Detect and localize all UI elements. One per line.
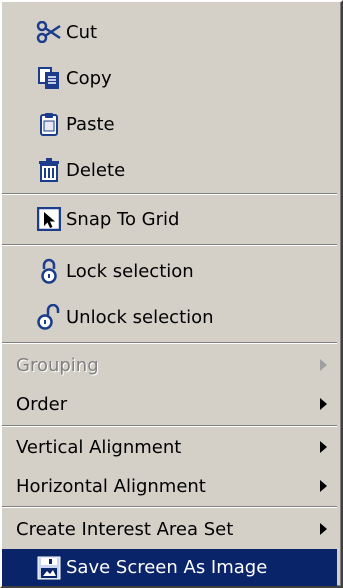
menu-item-snap-to-grid[interactable]: Snap To Grid [2, 197, 337, 241]
menu-item-horizontal-alignment[interactable]: Horizontal Alignment [2, 466, 337, 506]
menu-item-vertical-alignment[interactable]: Vertical Alignment [2, 428, 337, 466]
menu-item-create-interest-area-set[interactable]: Create Interest Area Set [2, 509, 337, 549]
menu-item-delete[interactable]: Delete [2, 148, 337, 192]
menu-item-label: Create Interest Area Set [16, 518, 234, 540]
menu-item-label: Grouping [16, 354, 99, 376]
menu-item-label: Delete [66, 159, 126, 181]
scissors-icon [36, 19, 62, 45]
context-menu: Cut Copy Paste Delete Snap To Grid Lock … [0, 0, 343, 588]
menu-item-label: Cut [66, 21, 98, 43]
submenu-arrow-icon [320, 359, 327, 371]
menu-item-label: Order [16, 393, 68, 415]
menu-item-cut[interactable]: Cut [2, 10, 337, 54]
submenu-arrow-icon [320, 480, 327, 492]
copy-icon [36, 65, 62, 91]
menu-separator [2, 342, 337, 344]
menu-separator [2, 244, 337, 246]
snap-grid-icon [36, 206, 62, 232]
submenu-arrow-icon [320, 523, 327, 535]
menu-item-order[interactable]: Order [2, 384, 337, 424]
submenu-arrow-icon [320, 398, 327, 410]
menu-separator [2, 425, 337, 427]
menu-item-label: Lock selection [66, 260, 194, 282]
menu-item-lock-selection[interactable]: Lock selection [2, 248, 337, 294]
menu-item-grouping: Grouping [2, 346, 337, 384]
menu-item-label: Copy [66, 67, 112, 89]
menu-item-label: Save Screen As Image [66, 557, 268, 578]
submenu-arrow-icon [320, 441, 327, 453]
menu-item-save-screen-as-image[interactable]: Save Screen As Image [2, 549, 337, 586]
menu-separator [2, 506, 337, 508]
menu-item-label: Paste [66, 113, 115, 135]
trash-icon [36, 157, 62, 183]
menu-item-label: Snap To Grid [66, 208, 180, 230]
unlock-icon [36, 304, 62, 330]
menu-item-label: Vertical Alignment [16, 436, 182, 458]
menu-item-copy[interactable]: Copy [2, 56, 337, 100]
paste-icon [36, 111, 62, 137]
lock-icon [36, 258, 62, 284]
save-image-icon [36, 555, 62, 581]
menu-item-label: Unlock selection [66, 306, 214, 328]
menu-separator [2, 193, 337, 195]
menu-item-unlock-selection[interactable]: Unlock selection [2, 294, 337, 340]
menu-item-paste[interactable]: Paste [2, 102, 337, 146]
menu-item-label: Horizontal Alignment [16, 475, 206, 497]
